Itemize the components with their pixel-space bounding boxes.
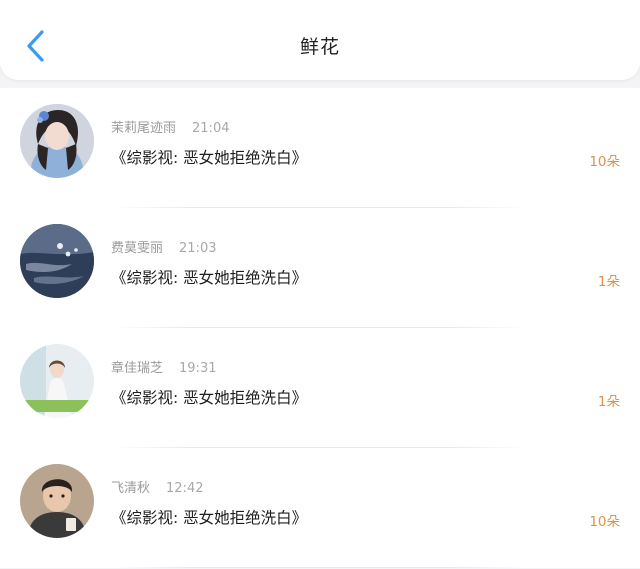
send-time: 21:03 — [179, 241, 217, 256]
send-time: 19:31 — [179, 361, 217, 376]
list-item[interactable]: 茉莉尾迹雨 21:04 《综影视: 恶女她拒绝洗白》 10朵 — [0, 88, 640, 208]
work-title[interactable]: 《综影视: 恶女她拒绝洗白》 — [111, 266, 307, 288]
white-dress-image — [20, 344, 94, 418]
meta-line: 飞清秋 12:42 — [111, 477, 203, 496]
sender-name: 茉莉尾迹雨 — [111, 121, 177, 136]
list-item[interactable]: 章佳瑞芝 19:31 《综影视: 恶女她拒绝洗白》 1朵 — [0, 328, 640, 448]
sender-name: 章佳瑞芝 — [111, 361, 164, 376]
meta-line: 费莫雯丽 21:03 — [111, 237, 216, 256]
avatar[interactable] — [20, 224, 94, 298]
avatar[interactable] — [20, 464, 94, 538]
top-bar: 鲜花 — [0, 0, 640, 80]
boy-portrait-image — [20, 464, 94, 538]
send-time: 21:04 — [192, 121, 230, 136]
work-title[interactable]: 《综影视: 恶女她拒绝洗白》 — [111, 386, 307, 408]
send-time: 12:42 — [166, 481, 204, 496]
page-title: 鲜花 — [299, 36, 340, 58]
flower-count: 10朵 — [589, 514, 620, 530]
work-title[interactable]: 《综影视: 恶女她拒绝洗白》 — [111, 146, 307, 168]
flower-count: 1朵 — [597, 274, 620, 290]
avatar[interactable] — [20, 104, 94, 178]
flower-count: 1朵 — [597, 394, 620, 410]
meta-line: 茉莉尾迹雨 21:04 — [111, 117, 229, 136]
work-title[interactable]: 《综影视: 恶女她拒绝洗白》 — [111, 506, 307, 528]
lake-scene-image — [20, 224, 94, 298]
avatar[interactable] — [20, 344, 94, 418]
divider — [110, 567, 530, 568]
sender-name: 飞清秋 — [111, 481, 151, 496]
list-item[interactable]: 飞清秋 12:42 《综影视: 恶女她拒绝洗白》 10朵 — [0, 448, 640, 568]
meta-line: 章佳瑞芝 19:31 — [111, 357, 216, 376]
flower-record-list: 茉莉尾迹雨 21:04 《综影视: 恶女她拒绝洗白》 10朵 费莫雯丽 21:03 … — [0, 88, 640, 568]
flower-count: 10朵 — [589, 154, 620, 170]
sender-name: 费莫雯丽 — [111, 241, 164, 256]
list-item[interactable]: 费莫雯丽 21:03 《综影视: 恶女她拒绝洗白》 1朵 — [0, 208, 640, 328]
girl-portrait-image — [20, 104, 94, 178]
